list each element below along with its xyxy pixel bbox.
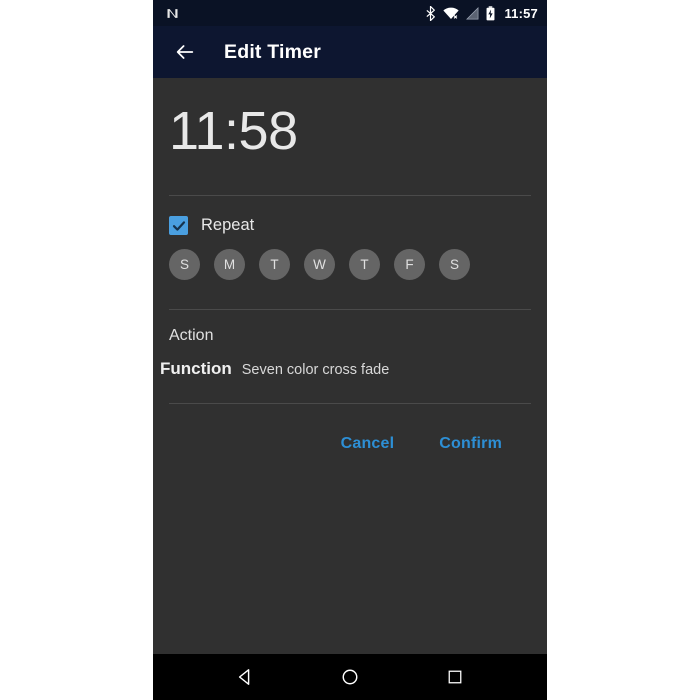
- back-triangle-icon: [236, 668, 254, 686]
- home-circle-icon: [341, 668, 359, 686]
- day-button-monday[interactable]: M: [214, 249, 245, 280]
- function-value: Seven color cross fade: [242, 362, 390, 378]
- edit-timer-content: 11:58 Repeat S M T W T F S: [153, 78, 547, 680]
- repeat-row[interactable]: Repeat: [153, 196, 547, 235]
- day-label: S: [180, 257, 189, 272]
- day-button-thursday[interactable]: T: [349, 249, 380, 280]
- repeat-checkbox[interactable]: [169, 216, 188, 235]
- android-nav-bar: [153, 654, 547, 700]
- nav-home-button[interactable]: [330, 657, 370, 697]
- day-label: M: [224, 257, 235, 272]
- day-button-tuesday[interactable]: T: [259, 249, 290, 280]
- spacer-after-days: [153, 280, 547, 309]
- day-button-sunday[interactable]: S: [169, 249, 200, 280]
- day-label: T: [360, 257, 368, 272]
- status-bar-notifications: [165, 6, 425, 21]
- spacer-after-action: [153, 379, 547, 403]
- day-button-wednesday[interactable]: W: [304, 249, 335, 280]
- timer-time-block[interactable]: 11:58: [153, 78, 547, 158]
- day-label: T: [270, 257, 278, 272]
- confirm-button[interactable]: Confirm: [439, 435, 502, 453]
- day-selector-row: S M T W T F S: [153, 235, 547, 280]
- status-bar: 11:57: [153, 0, 547, 26]
- phone-screen: 11:57 Edit Timer 11:58: [153, 0, 547, 700]
- action-section-label: Action: [169, 327, 547, 345]
- repeat-label: Repeat: [201, 216, 254, 235]
- cellular-signal-icon: [466, 7, 479, 20]
- day-button-saturday[interactable]: S: [439, 249, 470, 280]
- day-label: F: [405, 257, 413, 272]
- status-bar-system-icons: 11:57: [425, 6, 538, 21]
- action-section: Action: [153, 310, 547, 345]
- wifi-off-icon: [443, 7, 459, 20]
- android-n-logo-icon: [165, 6, 180, 21]
- cancel-button[interactable]: Cancel: [341, 435, 395, 453]
- day-label: S: [450, 257, 459, 272]
- battery-charging-icon: [486, 6, 495, 21]
- status-bar-time: 11:57: [504, 7, 538, 20]
- back-arrow-icon[interactable]: [170, 37, 200, 67]
- recents-square-icon: [447, 669, 463, 685]
- timer-time-value[interactable]: 11:58: [169, 104, 547, 158]
- bluetooth-icon: [425, 6, 436, 21]
- nav-back-button[interactable]: [225, 657, 265, 697]
- nav-recents-button[interactable]: [435, 657, 475, 697]
- function-row[interactable]: Function Seven color cross fade: [153, 345, 547, 379]
- screenshot-canvas: 11:57 Edit Timer 11:58: [0, 0, 700, 700]
- page-title: Edit Timer: [224, 41, 321, 64]
- dialog-button-row: Cancel Confirm: [153, 404, 547, 453]
- app-bar: Edit Timer: [153, 26, 547, 78]
- function-label: Function: [160, 359, 232, 379]
- day-button-friday[interactable]: F: [394, 249, 425, 280]
- day-label: W: [313, 257, 326, 272]
